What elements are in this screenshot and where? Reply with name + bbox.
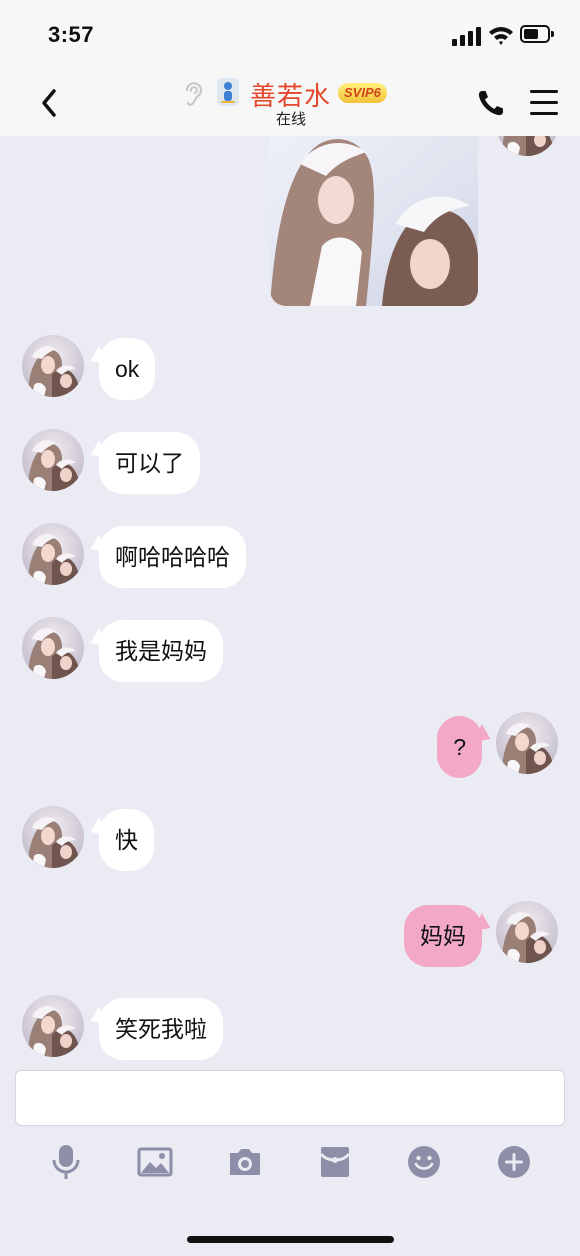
emoji-icon[interactable] (406, 1144, 442, 1180)
microphone-icon[interactable] (48, 1144, 84, 1180)
contact-avatar[interactable] (22, 995, 84, 1057)
home-indicator[interactable] (187, 1236, 394, 1243)
contact-avatar[interactable] (22, 335, 84, 397)
red-packet-icon[interactable] (317, 1144, 353, 1180)
image-icon[interactable] (137, 1144, 173, 1180)
message-bubble[interactable]: 可以了 (99, 432, 200, 494)
earpiece-mode-icon[interactable] (182, 80, 204, 108)
chat-message-list[interactable]: ok 可以了 啊哈哈哈哈 我是妈妈 ? 快 妈妈 笑死我啦 (0, 136, 580, 1060)
message-bubble[interactable]: 妈妈 (404, 905, 482, 967)
online-status: 在线 (276, 111, 307, 128)
message-bubble[interactable]: ? (437, 716, 482, 778)
my-avatar[interactable] (496, 712, 558, 774)
message-bubble[interactable]: 笑死我啦 (99, 998, 223, 1060)
contact-avatar[interactable] (22, 523, 84, 585)
wifi-icon (489, 27, 513, 45)
menu-button[interactable] (530, 90, 558, 116)
back-button[interactable] (36, 86, 64, 120)
status-bar: 3:57 (0, 0, 580, 70)
battery-icon (520, 25, 554, 43)
message-bubble[interactable]: ok (99, 338, 156, 400)
message-input[interactable] (15, 1070, 565, 1126)
svip-badge: SVIP6 (338, 83, 387, 103)
device-status-icon (217, 78, 239, 106)
phone-call-button[interactable] (476, 88, 506, 118)
camera-icon[interactable] (227, 1144, 263, 1180)
my-avatar[interactable] (496, 136, 558, 156)
message-bubble[interactable]: 啊哈哈哈哈 (99, 526, 246, 588)
plus-icon[interactable] (496, 1144, 532, 1180)
contact-avatar[interactable] (22, 617, 84, 679)
status-time: 3:57 (48, 22, 95, 47)
input-bar (0, 1060, 580, 1256)
message-bubble[interactable]: 快 (99, 809, 154, 871)
my-avatar[interactable] (496, 901, 558, 963)
chat-header: 善若水 SVIP6 在线 (0, 70, 580, 136)
contact-avatar[interactable] (22, 806, 84, 868)
contact-avatar[interactable] (22, 429, 84, 491)
message-bubble[interactable]: 我是妈妈 (99, 620, 223, 682)
cellular-signal-icon (452, 26, 482, 46)
image-message[interactable] (270, 136, 478, 306)
